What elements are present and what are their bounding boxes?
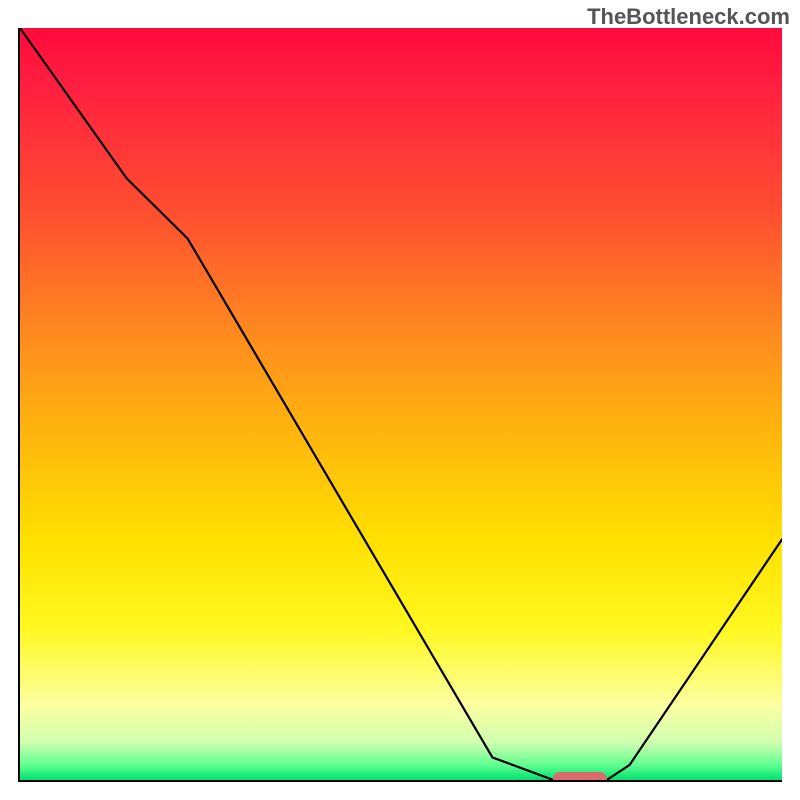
watermark-text: TheBottleneck.com (587, 4, 790, 30)
chart-plot-area (18, 28, 782, 782)
chart-minimum-marker (553, 772, 606, 782)
chart-line-curve (20, 28, 782, 780)
